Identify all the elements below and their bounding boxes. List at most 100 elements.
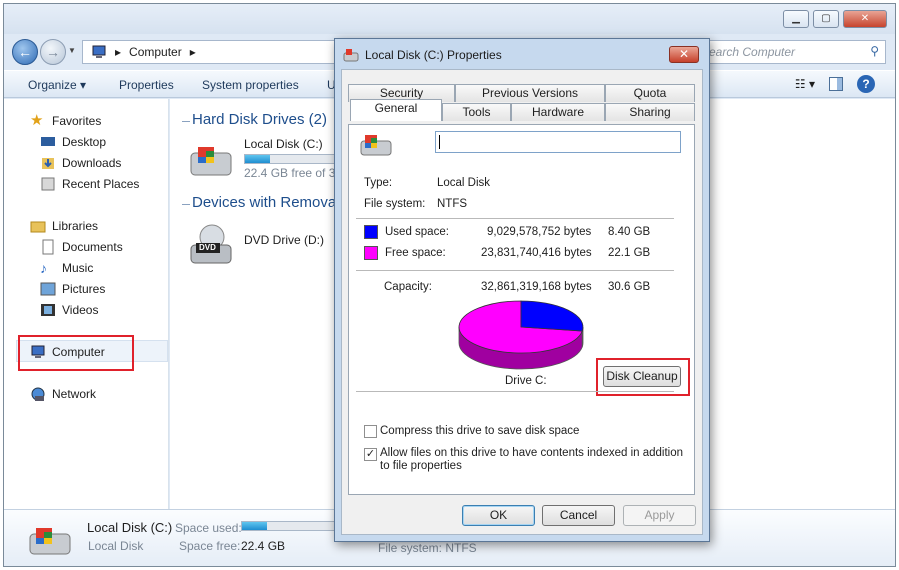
- details-space-free-value: 22.4 GB: [241, 539, 286, 553]
- tab-previous-versions[interactable]: Previous Versions: [455, 84, 605, 102]
- details-type: Local Disk: [88, 539, 144, 553]
- used-space-gb: 8.40 GB: [608, 226, 651, 238]
- recent-places-icon: [40, 176, 56, 192]
- dvd-drive-icon: DVD: [188, 221, 234, 267]
- details-space-free-label: Space free:: [179, 539, 241, 553]
- tab-tools[interactable]: Tools: [442, 103, 511, 121]
- separator: [356, 270, 674, 271]
- star-icon: ★: [30, 112, 44, 129]
- free-space-label: Free space:: [385, 247, 446, 259]
- view-options-icon[interactable]: ☷ ▾: [795, 77, 815, 91]
- system-properties-button[interactable]: System properties: [202, 78, 299, 92]
- drive-c-usage-bar: [244, 154, 339, 164]
- details-name: Local Disk (C:): [87, 520, 173, 535]
- separator: [356, 218, 674, 219]
- nav-favorites[interactable]: ★ Favorites: [30, 112, 101, 130]
- drive-details-icon: [28, 520, 72, 560]
- compress-checkbox[interactable]: [364, 425, 377, 438]
- capacity-gb: 30.6 GB: [608, 281, 651, 293]
- nav-libraries[interactable]: Libraries: [30, 217, 98, 235]
- used-space-swatch: [364, 225, 378, 239]
- nav-videos[interactable]: Videos: [40, 301, 98, 319]
- dialog-title-bar: Local Disk (C:) Properties: [343, 45, 502, 65]
- navigation-pane: ★ Favorites Desktop Downloads Recent Pla…: [4, 99, 169, 509]
- pictures-icon: [40, 281, 56, 297]
- drive-d-name: DVD Drive (D:): [244, 233, 324, 247]
- videos-icon: [40, 302, 56, 318]
- group-marker: [182, 204, 190, 205]
- tab-general[interactable]: General: [350, 99, 442, 121]
- dialog-title: Local Disk (C:) Properties: [365, 48, 502, 62]
- nav-music[interactable]: ♪ Music: [40, 259, 93, 277]
- drive-large-icon: [359, 131, 395, 159]
- documents-icon: [40, 239, 56, 255]
- breadcrumb-chevron-icon[interactable]: ▸: [190, 45, 196, 59]
- used-space-bytes: 9,029,578,752 bytes: [487, 226, 592, 238]
- volume-label-input[interactable]: [435, 131, 681, 153]
- search-input[interactable]: Search Computer ⚲: [694, 40, 886, 64]
- nav-pictures[interactable]: Pictures: [40, 280, 105, 298]
- desktop-icon: [40, 134, 56, 150]
- nav-downloads[interactable]: Downloads: [40, 154, 121, 172]
- free-space-bytes: 23,831,740,416 bytes: [481, 247, 592, 259]
- capacity-bytes: 32,861,319,168 bytes: [481, 281, 592, 293]
- nav-network[interactable]: Network: [30, 385, 96, 403]
- pie-slice-used: [520, 300, 584, 332]
- drive-letter-label: Drive C:: [505, 375, 547, 387]
- computer-icon: [91, 44, 107, 60]
- details-filesystem: File system: NTFS: [378, 541, 477, 555]
- cancel-button[interactable]: Cancel: [542, 505, 615, 526]
- tab-quota[interactable]: Quota: [605, 84, 695, 102]
- used-space-label: Used space:: [385, 226, 449, 238]
- dialog-close-button[interactable]: ✕: [669, 46, 699, 63]
- index-label[interactable]: Allow files on this drive to have conten…: [380, 447, 685, 473]
- back-button[interactable]: ←: [12, 39, 38, 65]
- search-placeholder: Search Computer: [701, 45, 796, 59]
- type-label: Type:: [364, 177, 393, 189]
- group-removable-devices[interactable]: Devices with Removal: [192, 194, 340, 211]
- forward-button[interactable]: →: [40, 39, 66, 65]
- help-icon[interactable]: ?: [857, 75, 875, 93]
- compress-label[interactable]: Compress this drive to save disk space: [380, 425, 579, 437]
- drive-c-free: 22.4 GB free of 30.: [244, 166, 346, 180]
- network-icon: [30, 386, 46, 402]
- details-space-used-label: Space used:: [175, 521, 242, 535]
- breadcrumb-computer[interactable]: Computer: [129, 45, 182, 59]
- nav-recent-places[interactable]: Recent Places: [40, 175, 139, 193]
- disk-usage-pie: [458, 300, 584, 370]
- properties-button[interactable]: Properties: [119, 78, 174, 92]
- drive-d-item[interactable]: DVD DVD Drive (D:): [188, 221, 324, 267]
- free-space-swatch: [364, 246, 378, 260]
- breadcrumb-separator: ▸: [115, 45, 122, 59]
- maximize-button[interactable]: ▢: [813, 10, 839, 28]
- history-dropdown-icon[interactable]: ▼: [68, 46, 76, 55]
- preview-pane-icon[interactable]: [829, 77, 843, 91]
- apply-button[interactable]: Apply: [623, 505, 696, 526]
- capacity-label: Capacity:: [384, 281, 432, 293]
- filesystem-value: NTFS: [437, 198, 468, 210]
- index-checkbox[interactable]: ✓: [364, 448, 377, 461]
- filesystem-label: File system:: [364, 198, 426, 210]
- organize-button[interactable]: Organize ▾: [28, 78, 86, 92]
- tab-sharing[interactable]: Sharing: [605, 103, 695, 121]
- details-usage-fill: [242, 522, 268, 530]
- search-icon[interactable]: ⚲: [870, 44, 879, 58]
- minimize-button[interactable]: ▁: [783, 10, 809, 28]
- title-bar: ▁ ▢ ✕: [4, 4, 895, 34]
- drive-title-icon: [343, 47, 359, 63]
- close-button[interactable]: ✕: [843, 10, 887, 28]
- nav-documents[interactable]: Documents: [40, 238, 123, 256]
- text-caret: [439, 135, 440, 149]
- music-icon: ♪: [40, 260, 47, 276]
- nav-desktop[interactable]: Desktop: [40, 133, 106, 151]
- dvd-badge: DVD: [199, 243, 216, 252]
- drive-c-name: Local Disk (C:): [244, 137, 323, 151]
- libraries-icon: [30, 218, 46, 234]
- tab-hardware[interactable]: Hardware: [511, 103, 605, 121]
- properties-dialog: Local Disk (C:) Properties ✕ Security Pr…: [334, 38, 710, 542]
- ok-button[interactable]: OK: [462, 505, 535, 526]
- drive-c-item[interactable]: Local Disk (C:) 22.4 GB free of 30.: [188, 137, 345, 183]
- group-marker: [182, 121, 190, 122]
- group-hard-disk-drives[interactable]: Hard Disk Drives (2): [192, 111, 327, 128]
- type-value: Local Disk: [437, 177, 491, 189]
